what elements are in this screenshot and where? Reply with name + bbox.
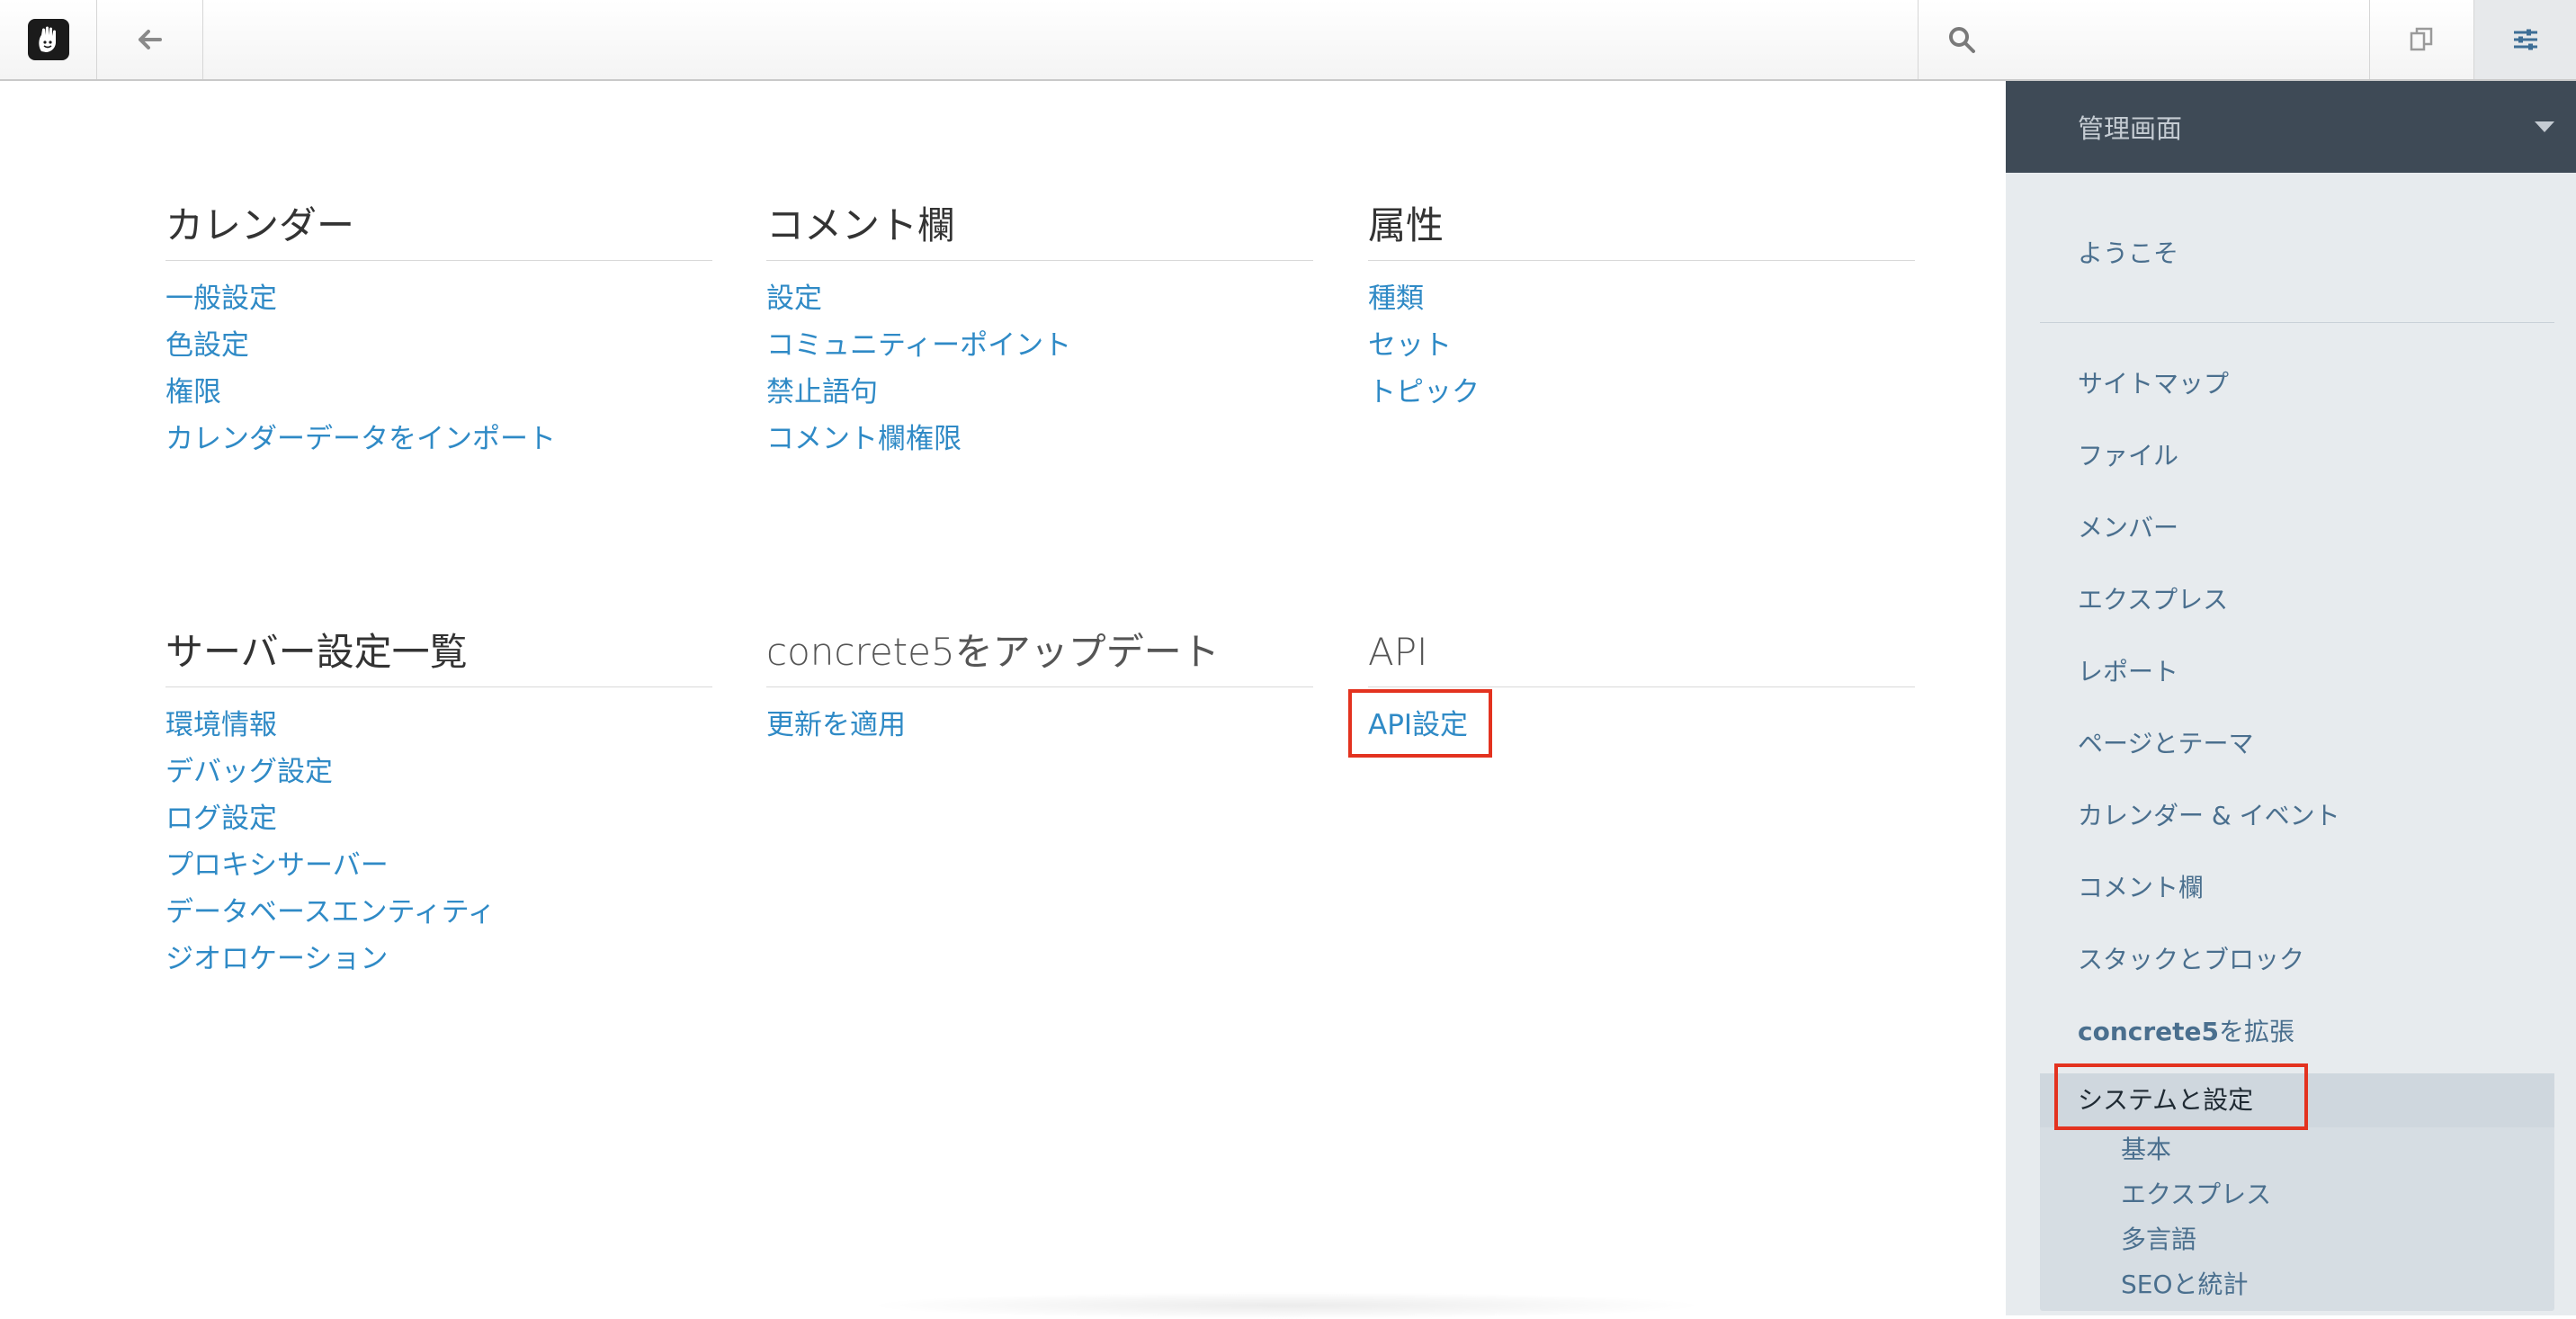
link-calendar-permissions[interactable]: 権限 (165, 369, 712, 416)
back-button[interactable] (97, 0, 203, 79)
extend-label: を拡張 (2219, 1017, 2295, 1046)
section-title: API (1368, 624, 1915, 687)
link-geolocation[interactable]: ジオロケーション (165, 936, 712, 983)
dashboard-panel-button[interactable] (2473, 0, 2576, 79)
sidebar-item-express[interactable]: エクスプレス (2040, 564, 2554, 636)
arrow-left-icon (138, 30, 162, 49)
pages-icon (2410, 27, 2432, 51)
section-title: 属性 (1368, 198, 1915, 261)
sidebar-subitem-multilingual[interactable]: 多言語 (2040, 1217, 2554, 1262)
link-logging[interactable]: ログ設定 (165, 795, 712, 842)
link-calendar-general[interactable]: 一般設定 (165, 275, 712, 322)
section-update: concrete5をアップデート 更新を適用 (766, 624, 1313, 749)
link-database-entities[interactable]: データベースエンティティ (165, 889, 712, 936)
sidebar-header-title: 管理画面 (2078, 113, 2183, 144)
link-comments-settings[interactable]: 設定 (766, 275, 1313, 322)
link-environment[interactable]: 環境情報 (165, 702, 712, 749)
sidebar-item-extend[interactable]: concrete5を拡張 (2040, 996, 2554, 1068)
pages-button[interactable] (2369, 0, 2473, 79)
link-calendar-import[interactable]: カレンダーデータをインポート (165, 416, 712, 462)
section-title: サーバー設定一覧 (165, 624, 712, 687)
section-server: サーバー設定一覧 環境情報 デバッグ設定 ログ設定 プロキシサーバー データベー… (165, 624, 712, 983)
link-api-settings[interactable]: API設定 (1368, 702, 1915, 749)
sidebar-item-pages-themes[interactable]: ページとテーマ (2040, 708, 2554, 780)
caret-down-icon (2535, 121, 2554, 132)
sidebar-divider (2040, 322, 2554, 323)
link-apply-update[interactable]: 更新を適用 (766, 702, 1313, 749)
link-banned-words[interactable]: 禁止語句 (766, 369, 1313, 416)
sidebar-header[interactable]: 管理画面 (2006, 81, 2576, 173)
link-proxy[interactable]: プロキシサーバー (165, 842, 712, 889)
sidebar-item-welcome[interactable]: ようこそ (2040, 218, 2554, 290)
top-toolbar (0, 0, 2576, 81)
sidebar-item-files[interactable]: ファイル (2040, 420, 2554, 492)
sliders-icon (2513, 29, 2537, 50)
section-title: カレンダー (165, 198, 712, 261)
sidebar-item-stacks-blocks[interactable]: スタックとブロック (2040, 924, 2554, 996)
sidebar-item-system-settings[interactable]: システムと設定 (2040, 1073, 2554, 1127)
sidebar-item-calendar-events[interactable]: カレンダー & イベント (2040, 780, 2554, 852)
search-button[interactable] (1918, 0, 2369, 79)
sidebar-item-sitemap[interactable]: サイトマップ (2040, 348, 2554, 420)
link-calendar-colors[interactable]: 色設定 (165, 322, 712, 369)
section-api: API API設定 (1368, 624, 1915, 749)
dashboard-main: カレンダー 一般設定 色設定 権限 カレンダーデータをインポート コメント欄 設… (0, 81, 2006, 1319)
link-attribute-types[interactable]: 種類 (1368, 275, 1915, 322)
link-debug[interactable]: デバッグ設定 (165, 749, 712, 795)
sidebar-active-group: システムと設定 基本 エクスプレス 多言語 SEOと統計 (2040, 1073, 2554, 1311)
logo-button[interactable] (0, 0, 97, 79)
sidebar-item-members[interactable]: メンバー (2040, 492, 2554, 564)
section-title: concrete5をアップデート (766, 624, 1313, 687)
sidebar-item-comments[interactable]: コメント欄 (2040, 852, 2554, 924)
link-attribute-sets[interactable]: セット (1368, 322, 1915, 369)
concrete5-logo-icon (27, 19, 69, 60)
link-community-points[interactable]: コミュニティーポイント (766, 322, 1313, 369)
sidebar-subitem-seo[interactable]: SEOと統計 (2040, 1262, 2554, 1307)
section-title: コメント欄 (766, 198, 1313, 261)
sidebar-item-reports[interactable]: レポート (2040, 636, 2554, 708)
link-topics[interactable]: トピック (1368, 369, 1915, 416)
extend-brand: concrete5 (2078, 1017, 2220, 1046)
link-comments-permissions[interactable]: コメント欄権限 (766, 416, 1313, 462)
search-icon (1949, 27, 1975, 53)
dashboard-sidebar: 管理画面 ようこそ サイトマップ ファイル メンバー エクスプレス レポート ペ… (2006, 81, 2576, 1315)
section-calendar: カレンダー 一般設定 色設定 権限 カレンダーデータをインポート (165, 198, 712, 462)
section-attributes: 属性 種類 セット トピック (1368, 198, 1915, 416)
sidebar-subitem-express[interactable]: エクスプレス (2040, 1172, 2554, 1217)
section-comments: コメント欄 設定 コミュニティーポイント 禁止語句 コメント欄権限 (766, 198, 1313, 462)
sidebar-subitem-basics[interactable]: 基本 (2040, 1127, 2554, 1172)
